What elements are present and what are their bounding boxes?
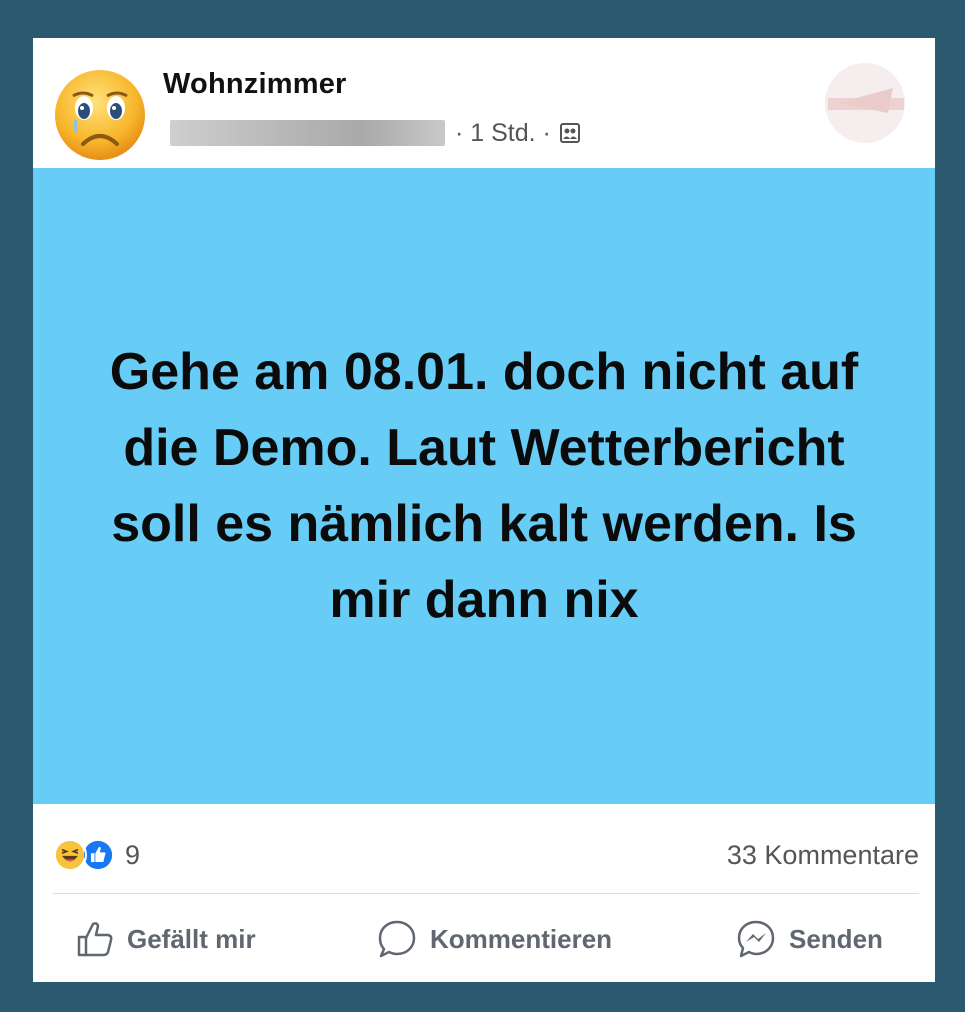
sad-face-icon <box>55 70 145 160</box>
reactions-summary[interactable]: 9 <box>53 838 140 872</box>
messenger-icon <box>737 920 775 958</box>
group-privacy-icon <box>559 123 580 143</box>
reaction-count: 9 <box>125 839 141 870</box>
divider <box>53 893 919 894</box>
group-name[interactable]: Wohnzimmer <box>163 68 347 101</box>
post-text: Gehe am 08.01. doch nicht auf die Demo. … <box>109 343 859 629</box>
post-time[interactable]: · 1 Std. · <box>455 119 551 148</box>
comment-button[interactable]: Kommentieren <box>376 918 612 960</box>
post-card: Wohnzimmer · 1 Std. · Gehe am 08.01. doc… <box>33 38 935 982</box>
comment-bubble-icon <box>378 920 416 958</box>
like-button[interactable]: Gefällt mir <box>75 918 256 960</box>
post-meta: · 1 Std. · <box>170 118 581 148</box>
comment-label: Kommentieren <box>430 923 613 954</box>
post-body[interactable]: Gehe am 08.01. doch nicht auf die Demo. … <box>33 168 935 804</box>
haha-icon <box>53 838 87 872</box>
group-avatar[interactable] <box>53 68 147 162</box>
send-label: Senden <box>789 923 883 954</box>
watermark-logo <box>825 63 905 143</box>
thumbs-up-icon <box>77 922 113 957</box>
redacted-author <box>170 120 445 146</box>
like-label: Gefällt mir <box>127 923 256 954</box>
send-button[interactable]: Senden <box>735 918 883 960</box>
comments-count[interactable]: 33 Kommentare <box>727 840 919 871</box>
